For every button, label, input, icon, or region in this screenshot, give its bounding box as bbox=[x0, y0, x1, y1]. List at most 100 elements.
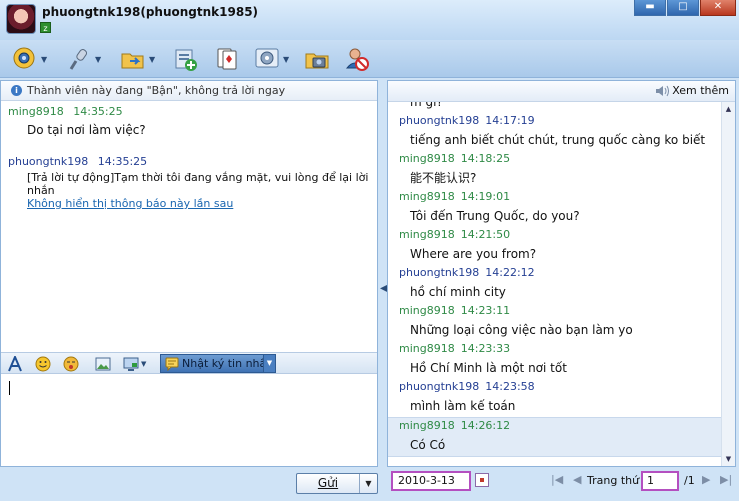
chevron-down-icon[interactable]: ▼ bbox=[149, 55, 155, 64]
busy-notice: i Thành viên này đang "Bận", không trả l… bbox=[1, 81, 377, 101]
webcam-icon bbox=[13, 47, 35, 69]
next-page-icon[interactable]: ▶ bbox=[702, 473, 710, 486]
date-field[interactable]: 2010-3-13 bbox=[391, 471, 471, 491]
history-time: 14:18:25 bbox=[460, 152, 511, 165]
chevron-down-icon[interactable]: ▼ bbox=[141, 360, 146, 368]
webcam-button[interactable]: ▼ bbox=[12, 45, 47, 73]
info-icon: i bbox=[11, 85, 22, 96]
animated-emoticon-button[interactable] bbox=[63, 356, 79, 372]
history-time: 14:23:58 bbox=[485, 380, 535, 393]
screen-capture-icon bbox=[123, 357, 139, 371]
conversation-panel: i Thành viên này đang "Bận", không trả l… bbox=[0, 80, 378, 467]
page-number-input[interactable]: 1 bbox=[641, 471, 679, 491]
page-total: /1 bbox=[684, 474, 695, 487]
history-sender: phuongtnk198 bbox=[399, 266, 480, 279]
chevron-down-icon[interactable]: ▼ bbox=[41, 55, 47, 64]
history-time: 14:17:19 bbox=[485, 114, 535, 127]
photo-icon bbox=[305, 53, 329, 69]
notice-text: Thành viên này đang "Bận", không trả lời… bbox=[27, 84, 286, 97]
list-item: ming8918 14:19:01 Tôi đến Trung Quốc, do y… bbox=[388, 189, 721, 227]
page-label: Trang thứ bbox=[587, 474, 640, 487]
history-sender: ming8918 bbox=[399, 228, 455, 241]
history-text: 能不能认识? bbox=[410, 171, 477, 185]
history-text: Where are you from? bbox=[410, 247, 537, 261]
history-text: Tôi đến Trung Quốc, do you? bbox=[410, 209, 580, 223]
screenshot-button[interactable]: ▼ bbox=[123, 356, 146, 372]
calendar-icon[interactable] bbox=[475, 473, 489, 487]
message-history-button[interactable]: Nhật ký tin nhắn ▼ bbox=[160, 354, 276, 373]
history-sender: phuongtnk198 bbox=[399, 114, 480, 127]
settings-icon bbox=[255, 48, 279, 68]
send-file-button[interactable]: ▼ bbox=[120, 45, 155, 73]
chevron-down-icon[interactable]: ▼ bbox=[283, 55, 289, 64]
image-icon bbox=[95, 357, 111, 371]
hide-notice-link[interactable]: Không hiển thị thông báo này lần sau bbox=[8, 197, 370, 210]
history-text: mình làm kế toán bbox=[410, 399, 516, 413]
list-item: phuongtnk198 14:17:19 tiếng anh biết chút … bbox=[388, 113, 721, 151]
games-icon bbox=[217, 48, 237, 70]
history-time: 14:22:12 bbox=[485, 266, 535, 279]
history-time: 14:26:12 bbox=[460, 419, 511, 432]
message-history-label: Nhật ký tin nhắn bbox=[182, 357, 274, 370]
message-sender: phuongtnk198 bbox=[8, 155, 89, 168]
history-text: tiếng anh biết chút chút, trung quốc càn… bbox=[410, 133, 706, 147]
smiley-icon bbox=[35, 356, 51, 372]
speaker-icon bbox=[656, 85, 670, 96]
send-file-icon bbox=[121, 53, 144, 69]
history-time: 14:19:01 bbox=[460, 190, 511, 203]
chevron-down-icon[interactable]: ▼ bbox=[359, 474, 377, 493]
scroll-up-icon[interactable]: ▲ bbox=[722, 102, 735, 116]
history-text: Những loại công việc nào bạn làm yo bbox=[410, 323, 633, 337]
emoticon-button[interactable] bbox=[35, 356, 51, 372]
settings-button[interactable]: ▼ bbox=[254, 45, 289, 73]
history-sender: ming8918 bbox=[399, 342, 455, 355]
text-cursor bbox=[9, 381, 10, 395]
photo-button[interactable] bbox=[304, 45, 330, 73]
send-label: Gửi bbox=[317, 476, 339, 490]
microphone-button[interactable]: ▼ bbox=[66, 45, 101, 73]
minimize-button[interactable]: ▬ bbox=[634, 0, 666, 16]
scroll-down-icon[interactable]: ▼ bbox=[722, 452, 735, 466]
games-button[interactable] bbox=[215, 45, 239, 73]
chevron-down-icon[interactable]: ▼ bbox=[263, 355, 275, 372]
add-contact-button[interactable] bbox=[174, 45, 198, 73]
first-page-icon[interactable]: |◀ bbox=[551, 473, 563, 486]
maximize-button[interactable]: □ bbox=[667, 0, 699, 16]
send-button[interactable]: Gửi ▼ bbox=[296, 473, 378, 494]
title-bar: z phuongtnk198(phuongtnk1985) ▬ □ ✕ bbox=[0, 0, 739, 40]
history-text: hồ chí minh city bbox=[410, 285, 506, 299]
block-user-icon bbox=[345, 48, 369, 71]
toolbar: ▼ ▼ ▼ ▼ bbox=[0, 40, 739, 78]
chat-history-icon bbox=[165, 357, 179, 371]
message-time: 14:35:25 bbox=[97, 155, 148, 168]
history-panel: m gì? phuongtnk198 14:17:19 tiếng anh biết… bbox=[387, 80, 736, 467]
chevron-down-icon[interactable]: ▼ bbox=[95, 55, 101, 64]
history-text: Có Có bbox=[410, 438, 446, 452]
avatar[interactable] bbox=[6, 4, 36, 34]
message-item: phuongtnk198 14:35:25 [Trả lời tự động]T… bbox=[8, 155, 370, 210]
add-contact-icon bbox=[175, 49, 197, 71]
message-text: Do tại nơi làm việc? bbox=[27, 123, 146, 137]
close-button[interactable]: ✕ bbox=[700, 0, 736, 16]
history-sender: phuongtnk198 bbox=[399, 380, 480, 393]
history-time: 14:23:33 bbox=[460, 342, 511, 355]
prev-page-icon[interactable]: ◀ bbox=[573, 473, 581, 486]
list-item: phuongtnk198 14:23:58 mình làm kế toán bbox=[388, 379, 721, 417]
history-sender: ming8918 bbox=[399, 152, 455, 165]
history-sender: ming8918 bbox=[399, 190, 455, 203]
see-more-button[interactable]: Xem thêm bbox=[655, 84, 729, 97]
history-scrollbar[interactable]: ▲ ▼ bbox=[721, 102, 735, 466]
block-user-button[interactable] bbox=[344, 45, 370, 73]
message-input[interactable] bbox=[1, 375, 377, 466]
last-page-icon[interactable]: ▶| bbox=[720, 473, 732, 486]
microphone-icon bbox=[69, 49, 88, 70]
history-header: Xem thêm bbox=[388, 81, 735, 102]
image-button[interactable] bbox=[95, 356, 111, 372]
status-badge: z bbox=[40, 22, 51, 33]
format-toolbar: ▼ Nhật ký tin nhắn ▼ bbox=[1, 352, 377, 374]
font-button[interactable] bbox=[7, 356, 23, 372]
message-item: ming8918 14:35:25 Do tại nơi làm việc? bbox=[8, 105, 370, 137]
history-list: m gì? phuongtnk198 14:17:19 tiếng anh biết… bbox=[388, 91, 721, 457]
list-item: phuongtnk198 14:22:12 hồ chí minh city bbox=[388, 265, 721, 303]
message-list: ming8918 14:35:25 Do tại nơi làm việc? p… bbox=[1, 101, 377, 214]
